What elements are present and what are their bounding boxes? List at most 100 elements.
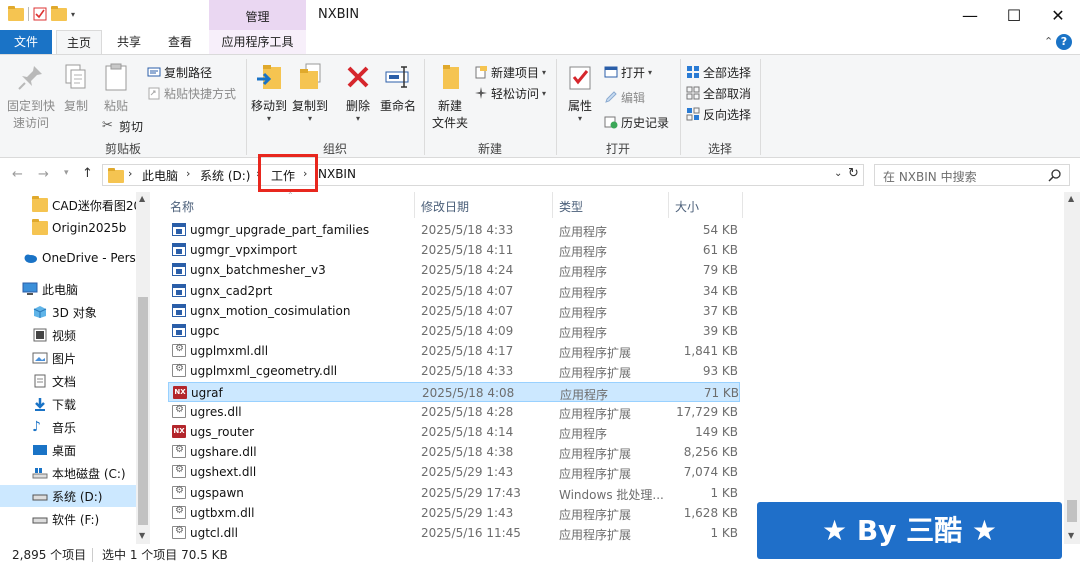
refresh-icon[interactable]: ↻ (848, 166, 859, 181)
file-row[interactable]: ugspawn2025/5/29 17:43Windows 批处理...1 KB (168, 483, 740, 503)
nav-item-origin[interactable]: Origin2025b (0, 217, 136, 239)
file-row[interactable]: ugplmxml.dll 2025/5/18 4:17 应用程序扩展 1,841 KB (168, 341, 740, 361)
file-row[interactable]: ugtcl.dll 2025/5/16 11:45 应用程序扩展 1 KB (168, 523, 740, 543)
column-divider[interactable] (668, 192, 669, 218)
new-folder-icon[interactable] (51, 5, 67, 21)
nav-scroll-thumb[interactable] (138, 297, 148, 525)
select-none-button[interactable]: 全部取消 (686, 83, 751, 103)
column-header-size[interactable]: 大小 (675, 198, 699, 215)
new-item-button[interactable]: 新建项目 ▾ (474, 62, 546, 82)
list-scroll-thumb[interactable] (1067, 500, 1077, 522)
qat-dropdown-icon[interactable]: ▾ (71, 10, 75, 19)
pin-quick-access-button[interactable]: 固定到快 速访问 (4, 61, 58, 131)
tab-file[interactable]: 文件 (0, 30, 52, 54)
folder-icon (8, 5, 24, 21)
search-icon[interactable] (1048, 168, 1062, 182)
nav-item-onedrive[interactable]: OneDrive - Perso (0, 247, 136, 269)
tab-home[interactable]: 主页 (56, 30, 102, 54)
breadcrumb-separator-icon[interactable]: › (186, 167, 190, 180)
easy-access-button[interactable]: 轻松访问 ▾ (474, 83, 546, 103)
nav-scrollbar[interactable]: ▲ ▼ (136, 192, 150, 544)
tab-share[interactable]: 共享 (106, 30, 152, 54)
file-row[interactable]: ugmgr_vpximport 2025/5/18 4:11 应用程序 61 KB (168, 240, 740, 260)
file-name: ugtbxm.dll (190, 505, 255, 520)
file-row[interactable]: ugtbxm.dll 2025/5/29 1:43 应用程序扩展 1,628 KB (168, 503, 740, 523)
dll-file-icon (172, 464, 186, 479)
rename-button[interactable]: 重命名 (378, 61, 418, 114)
file-row[interactable]: ugmgr_upgrade_part_families 2025/5/18 4:3… (168, 220, 740, 240)
file-row[interactable]: ugshare.dll 2025/5/18 4:38 应用程序扩展 8,256 KB (168, 442, 740, 462)
tab-app-tools[interactable]: 应用程序工具 (209, 30, 306, 54)
scroll-up-icon[interactable]: ▲ (139, 194, 145, 203)
breadcrumb-this-pc[interactable]: 此电脑 (142, 167, 178, 184)
up-arrow-icon[interactable]: ↑ (82, 166, 93, 181)
breadcrumb-nxbin[interactable]: NXBIN (318, 167, 356, 181)
copy-button[interactable]: 复制 (60, 61, 92, 114)
column-header-date[interactable]: 修改日期 (421, 198, 469, 215)
search-input[interactable]: 在 NXBIN 中搜索 (874, 164, 1070, 186)
scroll-up-icon[interactable]: ▲ (1068, 194, 1074, 203)
file-row[interactable]: ugshext.dll 2025/5/29 1:43 应用程序扩展 7,074 KB (168, 462, 740, 482)
properties-button[interactable]: 属性 ▾ (562, 61, 598, 123)
nav-item-cad[interactable]: CAD迷你看图20 (0, 194, 136, 216)
collapse-ribbon-icon[interactable]: ⌃ (1044, 35, 1053, 48)
nav-item-music[interactable]: ♪ 音乐 (0, 416, 136, 438)
nav-item-documents[interactable]: 文档 (0, 370, 136, 392)
file-row[interactable]: ugnx_batchmesher_v3 2025/5/18 4:24 应用程序 79 … (168, 260, 740, 280)
nav-item-pictures[interactable]: 图片 (0, 347, 136, 369)
column-divider[interactable] (742, 192, 743, 218)
list-scrollbar[interactable]: ▲ ▼ (1064, 192, 1080, 544)
file-row[interactable]: ugres.dll 2025/5/18 4:28 应用程序扩展 17,729 KB (168, 402, 740, 422)
window-title: NXBIN (318, 7, 360, 22)
forward-arrow-icon[interactable]: → (38, 167, 49, 182)
copy-to-button[interactable]: 复制到 ▾ (292, 61, 328, 123)
properties-check-icon[interactable] (33, 7, 47, 21)
select-all-button[interactable]: 全部选择 (686, 62, 751, 82)
edit-button[interactable]: 编辑 (604, 87, 645, 107)
paste-button[interactable]: 粘贴 (100, 61, 132, 114)
nav-item-drive-f[interactable]: 软件 (F:) (0, 508, 136, 530)
help-icon[interactable]: ? (1056, 34, 1072, 50)
file-row[interactable]: NX ugraf 2025/5/18 4:08 应用程序 71 KB (168, 381, 740, 402)
edit-icon (605, 91, 617, 103)
file-date: 2025/5/18 4:24 (421, 263, 514, 278)
minimize-button[interactable]: — (948, 0, 992, 30)
nav-item-this-pc[interactable]: 此电脑 (0, 278, 136, 300)
paste-label: 粘贴 (103, 99, 128, 113)
tab-view[interactable]: 查看 (156, 30, 204, 54)
breadcrumb-separator-icon[interactable]: › (128, 167, 132, 180)
nav-item-label: 音乐 (52, 420, 77, 435)
nav-item-drive-d[interactable]: 系统 (D:) (0, 485, 136, 507)
new-folder-button[interactable]: 新建 文件夹 (430, 61, 470, 131)
nav-item-desktop[interactable]: 桌面 (0, 439, 136, 461)
file-row[interactable]: ugnx_motion_cosimulation 2025/5/18 4:07 应用… (168, 301, 740, 321)
move-to-button[interactable]: 移动到 ▾ (250, 61, 288, 123)
copy-path-button[interactable]: 复制路径 (147, 62, 212, 82)
open-button[interactable]: 打开 ▾ (604, 62, 652, 82)
close-button[interactable]: ✕ (1036, 0, 1080, 30)
column-header-name[interactable]: 名称 (170, 198, 194, 215)
nav-item-3d-objects[interactable]: 3D 对象 (0, 301, 136, 323)
column-header-type[interactable]: 类型 (559, 198, 583, 215)
paste-shortcut-button[interactable]: 粘贴快捷方式 (147, 83, 236, 103)
maximize-button[interactable]: ☐ (992, 0, 1036, 30)
scroll-down-icon[interactable]: ▼ (1068, 531, 1074, 540)
file-row[interactable]: ugnx_cad2prt 2025/5/18 4:07 应用程序 34 KB (168, 281, 740, 301)
scroll-down-icon[interactable]: ▼ (139, 531, 145, 540)
nav-item-videos[interactable]: 视频 (0, 324, 136, 346)
history-button[interactable]: 历史记录 (604, 112, 669, 132)
cut-button[interactable]: ✂ 剪切 (102, 116, 143, 136)
file-row[interactable]: ugpc 2025/5/18 4:09 应用程序 39 KB (168, 321, 740, 341)
file-row[interactable]: ugplmxml_cgeometry.dll 2025/5/18 4:33 应用程序… (168, 361, 740, 381)
nav-item-downloads[interactable]: 下载 (0, 393, 136, 415)
breadcrumb-drive-d[interactable]: 系统 (D:) (200, 167, 250, 184)
back-arrow-icon[interactable]: ← (12, 167, 23, 182)
invert-selection-button[interactable]: 反向选择 (686, 104, 751, 124)
column-divider[interactable] (552, 192, 553, 218)
file-row[interactable]: NX ugs_router 2025/5/18 4:14 应用程序 149 KB (168, 422, 740, 442)
address-dropdown-icon[interactable]: ⌄ (834, 168, 842, 179)
delete-button[interactable]: 删除 ▾ (342, 61, 374, 123)
recent-locations-icon[interactable]: ▾ (64, 168, 69, 178)
column-divider[interactable] (414, 192, 415, 218)
nav-item-drive-c[interactable]: 本地磁盘 (C:) (0, 462, 136, 484)
